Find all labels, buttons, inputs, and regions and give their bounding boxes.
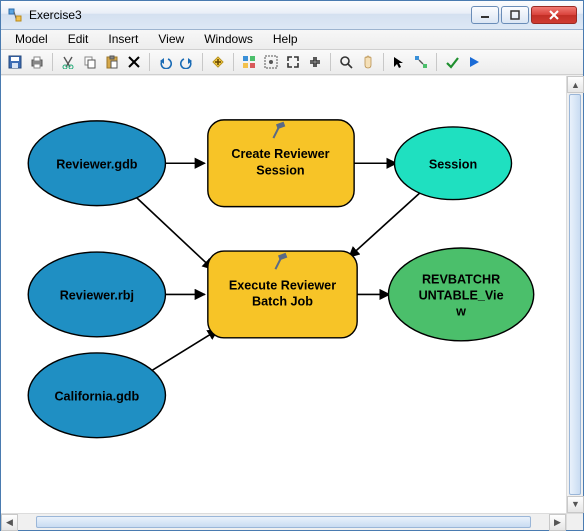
save-icon[interactable] bbox=[5, 52, 25, 72]
toolbar-separator bbox=[383, 53, 384, 71]
node-label-line2: UNTABLE_Vie bbox=[419, 289, 504, 303]
select-icon[interactable] bbox=[389, 52, 409, 72]
close-button[interactable] bbox=[531, 6, 577, 24]
toolbar bbox=[1, 50, 583, 75]
auto-layout-icon[interactable] bbox=[239, 52, 259, 72]
menu-model[interactable]: Model bbox=[7, 30, 56, 48]
diagram-svg: Reviewer.gdb Reviewer.rbj California.gdb bbox=[1, 76, 566, 513]
fixed-zoom-icon[interactable] bbox=[336, 52, 356, 72]
toolbar-separator bbox=[52, 53, 53, 71]
node-label: Reviewer.rbj bbox=[60, 289, 134, 303]
minimize-button[interactable] bbox=[471, 6, 499, 24]
window-title: Exercise3 bbox=[29, 8, 471, 22]
node-label-line1: REVBATCHR bbox=[422, 272, 500, 286]
scroll-left-button[interactable]: ◀ bbox=[1, 514, 18, 531]
delete-icon[interactable] bbox=[124, 52, 144, 72]
scroll-down-button[interactable]: ▼ bbox=[567, 496, 584, 513]
node-reviewer-gdb[interactable]: Reviewer.gdb bbox=[28, 121, 165, 206]
redo-icon[interactable] bbox=[177, 52, 197, 72]
window-controls bbox=[471, 6, 577, 24]
menu-view[interactable]: View bbox=[150, 30, 192, 48]
node-session[interactable]: Session bbox=[394, 127, 511, 200]
node-reviewer-rbj[interactable]: Reviewer.rbj bbox=[28, 252, 165, 337]
model-canvas[interactable]: Reviewer.gdb Reviewer.rbj California.gdb bbox=[1, 76, 566, 513]
cut-icon[interactable] bbox=[58, 52, 78, 72]
node-execute-batch[interactable]: Execute Reviewer Batch Job bbox=[208, 251, 357, 338]
undo-icon[interactable] bbox=[155, 52, 175, 72]
print-icon[interactable] bbox=[27, 52, 47, 72]
node-revbatch-view[interactable]: REVBATCHR UNTABLE_Vie w bbox=[388, 248, 533, 341]
edge[interactable] bbox=[144, 330, 218, 375]
menu-edit[interactable]: Edit bbox=[60, 30, 97, 48]
menubar: Model Edit Insert View Windows Help bbox=[1, 30, 583, 51]
app-window: Exercise3 Model Edit Insert View Windows… bbox=[0, 0, 584, 531]
node-label-line1: Execute Reviewer bbox=[229, 279, 336, 293]
scrollbar-corner bbox=[566, 514, 583, 530]
node-create-session[interactable]: Create Reviewer Session bbox=[208, 120, 354, 207]
node-label: California.gdb bbox=[54, 390, 139, 404]
vertical-scroll-thumb[interactable] bbox=[569, 94, 581, 495]
node-label: Reviewer.gdb bbox=[56, 157, 138, 171]
canvas-area: Reviewer.gdb Reviewer.rbj California.gdb bbox=[1, 75, 583, 530]
run-icon[interactable] bbox=[464, 52, 484, 72]
horizontal-scroll-thumb[interactable] bbox=[36, 516, 531, 528]
zoom-in-icon[interactable] bbox=[283, 52, 303, 72]
menu-help[interactable]: Help bbox=[265, 30, 306, 48]
node-california-gdb[interactable]: California.gdb bbox=[28, 353, 165, 438]
edge[interactable] bbox=[132, 194, 213, 270]
toolbar-separator bbox=[436, 53, 437, 71]
node-label: Session bbox=[429, 157, 477, 171]
copy-icon[interactable] bbox=[80, 52, 100, 72]
edge[interactable] bbox=[349, 189, 425, 258]
horizontal-scrollbar[interactable]: ◀ ▶ bbox=[1, 513, 583, 530]
validate-icon[interactable] bbox=[442, 52, 462, 72]
toolbar-separator bbox=[202, 53, 203, 71]
titlebar[interactable]: Exercise3 bbox=[1, 1, 583, 30]
node-label-line2: Batch Job bbox=[252, 295, 313, 309]
node-label-line2: Session bbox=[256, 164, 304, 178]
node-label-line3: w bbox=[455, 305, 466, 319]
app-icon bbox=[7, 7, 23, 23]
vertical-scrollbar[interactable]: ▲ ▼ bbox=[566, 76, 583, 513]
zoom-out-icon[interactable] bbox=[305, 52, 325, 72]
node-label-line1: Create Reviewer bbox=[231, 147, 329, 161]
scroll-right-button[interactable]: ▶ bbox=[549, 514, 566, 531]
toolbar-separator bbox=[149, 53, 150, 71]
menu-windows[interactable]: Windows bbox=[196, 30, 261, 48]
menu-insert[interactable]: Insert bbox=[100, 30, 146, 48]
pan-icon[interactable] bbox=[358, 52, 378, 72]
scroll-up-button[interactable]: ▲ bbox=[567, 76, 584, 93]
add-data-icon[interactable] bbox=[208, 52, 228, 72]
full-extent-icon[interactable] bbox=[261, 52, 281, 72]
toolbar-separator bbox=[330, 53, 331, 71]
maximize-button[interactable] bbox=[501, 6, 529, 24]
connect-icon[interactable] bbox=[411, 52, 431, 72]
paste-icon[interactable] bbox=[102, 52, 122, 72]
toolbar-separator bbox=[233, 53, 234, 71]
